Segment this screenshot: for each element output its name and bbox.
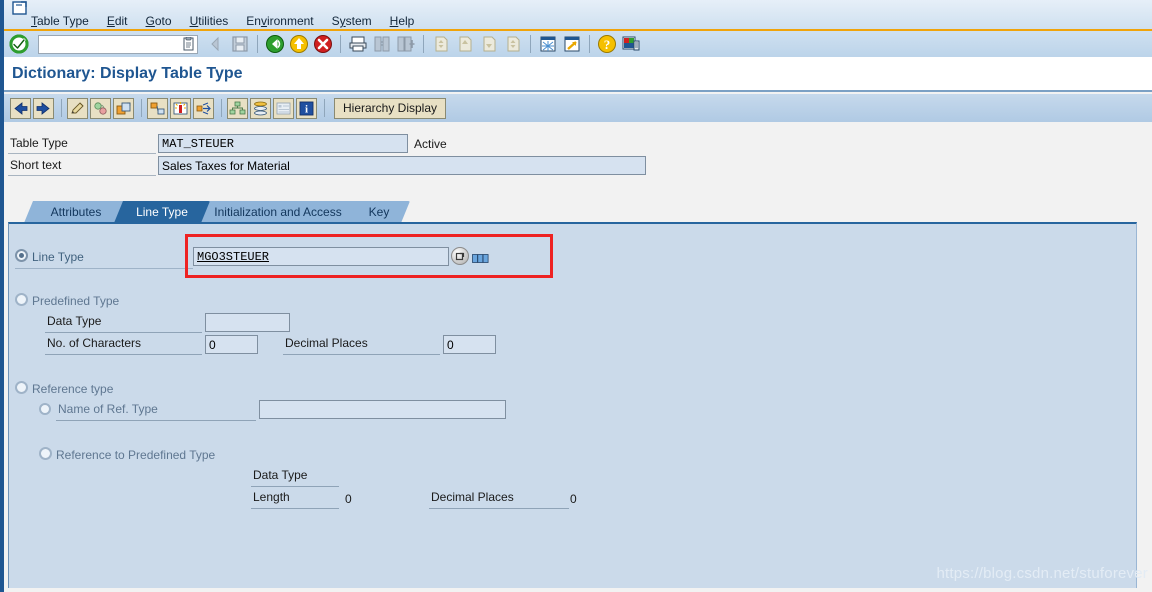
table-type-label: Table Type (8, 134, 156, 154)
radio-reference-to-predefined-type-label: Reference to Predefined Type (56, 448, 216, 462)
table-type-input[interactable] (158, 134, 408, 153)
runtime-object-icon[interactable] (170, 97, 191, 119)
header-fields: Table Type Active Short text (4, 126, 1152, 184)
create-shortcut-icon[interactable] (561, 34, 583, 55)
radio-reference-type[interactable] (15, 381, 28, 394)
find-next-icon[interactable] (395, 34, 417, 55)
menu-item-help[interactable]: Help (381, 14, 424, 29)
menu-bar: Table Type Edit Goto Utilities Environme… (4, 0, 1152, 29)
radio-predefined-type[interactable] (15, 293, 28, 306)
save-icon[interactable] (229, 34, 251, 55)
info-icon[interactable]: i (296, 97, 317, 119)
previous-page-icon[interactable] (454, 34, 476, 55)
tab-key-label: Key (368, 205, 390, 219)
tab-line-type-label: Line Type (136, 205, 188, 219)
predefined-decimal-places-input[interactable] (443, 335, 496, 354)
command-dropdown-icon[interactable] (181, 36, 196, 52)
expand-icon[interactable] (193, 97, 214, 119)
hierarchy-icon[interactable] (227, 97, 248, 119)
where-used-list-icon[interactable] (147, 97, 168, 119)
short-text-label: Short text (8, 156, 156, 176)
menu-item-edit[interactable]: Edit (98, 14, 137, 29)
first-page-icon[interactable] (430, 34, 452, 55)
tab-strip: Attributes Line Type Initialization and … (14, 201, 1138, 223)
back-arrow-icon[interactable] (205, 34, 227, 55)
svg-text:i: i (305, 103, 308, 115)
short-text-input[interactable] (158, 156, 646, 175)
name-of-ref-type-label: Name of Ref. Type (56, 401, 256, 421)
menu-item-table-type[interactable]: Table Type (22, 14, 98, 29)
previous-object-icon[interactable] (10, 97, 31, 119)
standard-toolbar: ? (4, 31, 1152, 57)
no-of-characters-label: No. of Characters (45, 335, 202, 355)
red-cancel-icon[interactable] (312, 34, 334, 55)
radio-reference-to-predefined-type[interactable] (39, 447, 52, 460)
name-of-ref-type-input[interactable] (259, 400, 506, 419)
customize-layout-icon[interactable] (620, 34, 642, 55)
ref-predefined-decimal-places-value: 0 (570, 492, 577, 506)
menu-item-utilities[interactable]: Utilities (181, 14, 238, 29)
find-icon[interactable] (371, 34, 393, 55)
watermark: https://blog.csdn.net/stuforever (936, 565, 1148, 582)
tab-initialization-and-access[interactable]: Initialization and Access (196, 201, 360, 223)
radio-line-type-label: Line Type (32, 250, 84, 264)
list-icon[interactable] (273, 97, 294, 119)
create-session-icon[interactable] (537, 34, 559, 55)
next-object-icon[interactable] (33, 97, 54, 119)
predefined-data-type-label: Data Type (45, 313, 202, 333)
ref-predefined-data-type-label: Data Type (251, 467, 339, 487)
predefined-data-type-input[interactable] (205, 313, 290, 332)
sap-gui-window: Table Type Edit Goto Utilities Environme… (0, 0, 1152, 592)
activate-icon[interactable] (90, 97, 111, 119)
command-field[interactable] (38, 34, 198, 54)
next-page-icon[interactable] (478, 34, 500, 55)
navigate-to-object-button[interactable] (451, 247, 469, 265)
enter-check-icon[interactable] (8, 34, 30, 55)
command-input[interactable] (41, 36, 181, 52)
line-type-label-underline (15, 268, 193, 269)
menu-item-system[interactable]: System (323, 14, 381, 29)
menu-item-goto[interactable]: Goto (137, 14, 181, 29)
tab-attributes[interactable]: Attributes (24, 201, 128, 223)
ref-predefined-length-value: 0 (345, 492, 352, 506)
tab-line-type[interactable]: Line Type (114, 201, 210, 223)
page-title: Dictionary: Display Table Type (12, 65, 243, 82)
green-back-icon[interactable] (264, 34, 286, 55)
yellow-exit-icon[interactable] (288, 34, 310, 55)
tab-initialization-label: Initialization and Access (214, 205, 342, 219)
ref-predefined-decimal-places-label: Decimal Places (429, 489, 569, 509)
last-page-icon[interactable] (502, 34, 524, 55)
table-type-status: Active (414, 137, 447, 151)
radio-predefined-type-label: Predefined Type (32, 294, 120, 308)
line-type-panel: Line Type Predefined Type Data Type No. … (8, 222, 1137, 588)
stack-icon[interactable] (250, 97, 271, 119)
title-bar: Dictionary: Display Table Type (4, 57, 1152, 92)
menu-item-environment[interactable]: Environment (237, 14, 322, 29)
hierarchy-display-button[interactable]: Hierarchy Display (334, 97, 447, 119)
help-icon[interactable]: ? (596, 34, 618, 55)
predefined-decimal-places-label: Decimal Places (283, 335, 440, 355)
application-toolbar: i Hierarchy Display (4, 94, 1152, 122)
display-change-icon[interactable] (67, 97, 88, 119)
radio-name-of-ref-type[interactable] (39, 403, 51, 415)
radio-line-type[interactable] (15, 249, 28, 262)
no-of-characters-input[interactable] (205, 335, 258, 354)
ref-predefined-length-label: Length (251, 489, 339, 509)
value-help-icon[interactable] (472, 252, 489, 263)
print-icon[interactable] (347, 34, 369, 55)
other-object-icon[interactable] (113, 97, 134, 119)
radio-reference-type-label: Reference type (32, 382, 114, 396)
menu-item-list: Table Type Edit Goto Utilities Environme… (22, 14, 423, 29)
line-type-input[interactable] (193, 247, 449, 266)
tab-attributes-label: Attributes (50, 205, 102, 219)
svg-text:?: ? (604, 37, 611, 52)
tab-key[interactable]: Key (348, 201, 410, 223)
